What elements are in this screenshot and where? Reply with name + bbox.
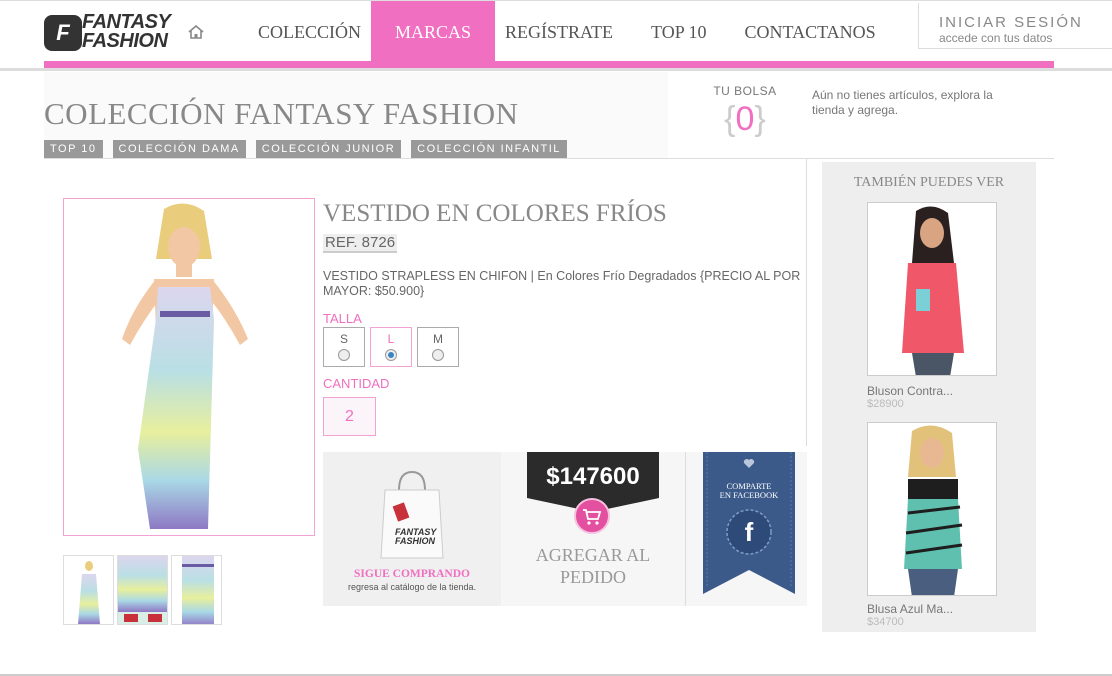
thumbnail-3[interactable] <box>171 555 222 625</box>
size-label: TALLA <box>323 311 362 326</box>
continue-shopping-title: SIGUE COMPRANDO <box>354 568 470 580</box>
header-accent-bar <box>44 61 1054 68</box>
bag-count-value: 0 <box>735 100 755 138</box>
related-product-1-price: $28900 <box>867 398 904 410</box>
dress-illustration <box>64 199 314 535</box>
add-to-cart-button[interactable] <box>574 498 610 534</box>
size-option-s[interactable]: S <box>323 327 365 367</box>
bag-brace-close: } <box>754 100 766 138</box>
quantity-label: CANTIDAD <box>323 376 390 391</box>
product-description: VESTIDO STRAPLESS EN CHIFON | En Colores… <box>323 269 801 298</box>
related-products-sidebar: TAMBIÉN PUEDES VER Bluson Contra... $289… <box>822 162 1036 632</box>
product-thumbnails <box>63 555 222 625</box>
product-main-image[interactable] <box>63 198 315 536</box>
shopping-bag[interactable]: TU BOLSA {0} <box>700 84 790 144</box>
action-strip: FANTASY FASHION SIGUE COMPRANDO regresa … <box>323 452 807 606</box>
related-product-2-name[interactable]: Blusa Azul Ma... <box>867 602 953 616</box>
radio-button[interactable] <box>432 349 444 361</box>
tag-coleccion-infantil[interactable]: COLECCIÓN INFANTIL <box>411 140 567 158</box>
login-subtitle: accede con tus datos <box>939 31 1053 45</box>
bag-brand-text: FANTASY FASHION <box>395 528 436 546</box>
page-title: COLECCIÓN FANTASY FASHION <box>44 96 519 131</box>
add-to-order-label[interactable]: AGREGAR AL PEDIDO <box>519 544 667 588</box>
continue-shopping-button[interactable]: FANTASY FASHION SIGUE COMPRANDO regresa … <box>323 452 501 606</box>
bag-message: Aún no tienes artículos, explora la tien… <box>812 88 993 117</box>
shopping-bag-icon <box>380 470 444 559</box>
product-ref: REF. 8726 <box>323 234 398 253</box>
radio-button-selected[interactable] <box>385 349 397 361</box>
nav-coleccion[interactable]: COLECCIÓN <box>248 1 371 63</box>
nav-top10[interactable]: TOP 10 <box>641 1 717 63</box>
thumbnail-1[interactable] <box>63 555 114 625</box>
related-product-1-name[interactable]: Bluson Contra... <box>867 384 953 398</box>
bag-count: {0} <box>700 100 790 139</box>
size-option-l[interactable]: L <box>370 327 412 367</box>
size-option-label: S <box>339 332 348 346</box>
sidebar-title: TAMBIÉN PUEDES VER <box>853 175 1005 190</box>
share-line-2: EN FACEBOOK <box>719 490 779 500</box>
radio-button[interactable] <box>338 349 350 361</box>
content-divider <box>806 158 807 446</box>
logo-text: FANTASY FASHION <box>82 12 171 52</box>
action-separator <box>685 452 686 606</box>
continue-shopping-subtitle: regresa al catálogo de la tienda. <box>347 582 477 592</box>
main-nav: COLECCIÓN MARCAS REGÍSTRATE TOP 10 CONTA… <box>248 1 886 63</box>
tag-coleccion-junior[interactable]: COLECCIÓN JUNIOR <box>255 140 402 158</box>
nav-registrate[interactable]: REGÍSTRATE <box>495 1 623 63</box>
home-icon[interactable] <box>188 25 204 39</box>
related-product-2-price: $34700 <box>867 616 904 628</box>
related-product-1-image[interactable] <box>867 202 997 376</box>
size-option-label: M <box>433 332 443 346</box>
bag-brand-line-2: FASHION <box>395 536 436 546</box>
cart-icon <box>583 509 602 525</box>
thumbnail-2[interactable] <box>117 555 168 625</box>
share-facebook-text: COMPARTE EN FACEBOOK <box>703 482 795 500</box>
logo[interactable]: F FANTASY FASHION <box>44 12 180 53</box>
logo-line-2: FASHION <box>82 30 168 52</box>
tag-top10[interactable]: TOP 10 <box>44 140 103 158</box>
size-option-m[interactable]: M <box>417 327 459 367</box>
login-title: INICIAR SESIÓN <box>939 14 1083 31</box>
quantity-input[interactable]: 2 <box>323 397 376 436</box>
nav-marcas[interactable]: MARCAS <box>371 1 496 63</box>
header-divider <box>0 68 1112 71</box>
nav-contactanos[interactable]: CONTACTANOS <box>735 1 886 63</box>
category-tags: TOP 10 COLECCIÓN DAMA COLECCIÓN JUNIOR C… <box>44 140 567 158</box>
bag-label: TU BOLSA <box>713 84 777 98</box>
related-product-2-image[interactable] <box>867 422 997 596</box>
facebook-icon[interactable]: f <box>727 510 771 554</box>
tag-coleccion-dama[interactable]: COLECCIÓN DAMA <box>112 140 246 158</box>
size-selector: S L M <box>323 327 459 367</box>
collection-header: COLECCIÓN FANTASY FASHION TOP 10 COLECCI… <box>44 72 668 158</box>
size-option-label: L <box>387 332 395 346</box>
logo-mark: F <box>44 15 82 51</box>
header: F FANTASY FASHION COLECCIÓN MARCAS REGÍS… <box>0 0 1112 63</box>
price-tag: $147600 <box>527 452 659 498</box>
title-divider <box>44 158 1054 159</box>
login-button[interactable]: INICIAR SESIÓN accede con tus datos <box>918 3 1112 49</box>
bag-brace-open: { <box>724 100 736 138</box>
product-name: VESTIDO EN COLORES FRÍOS <box>323 200 667 227</box>
